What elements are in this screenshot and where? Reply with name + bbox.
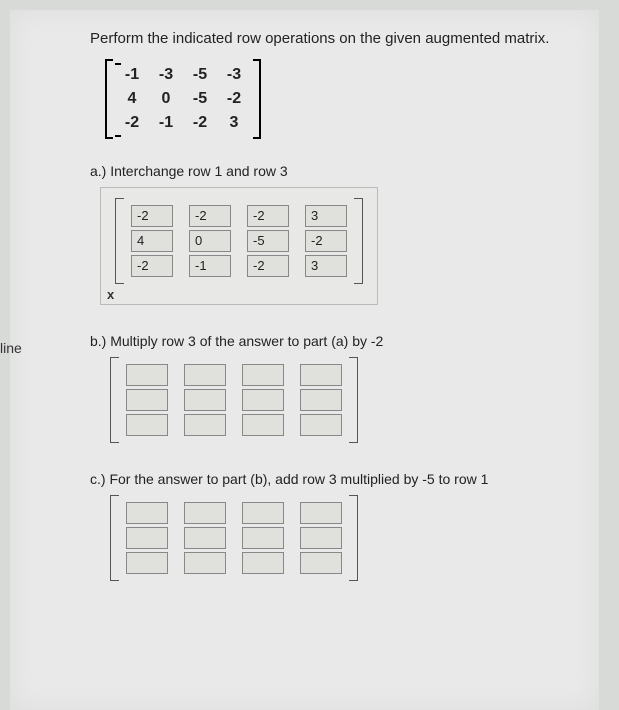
bracket-left (115, 198, 124, 284)
matrix-input[interactable]: -2 (247, 255, 289, 277)
bracket-right (349, 495, 358, 581)
matrix-input[interactable]: -1 (189, 255, 231, 277)
input-row: 4 0 -5 -2 (123, 230, 355, 252)
matrix-input[interactable]: 3 (305, 205, 347, 227)
bracket-left (110, 495, 119, 581)
given-row: -1 -3 -5 -3 (115, 63, 251, 87)
matrix-input[interactable] (126, 414, 168, 436)
matrix-input[interactable]: -2 (131, 205, 173, 227)
matrix-input[interactable]: -2 (247, 205, 289, 227)
matrix-input[interactable]: -2 (305, 230, 347, 252)
matrix-input[interactable] (300, 502, 342, 524)
matrix-input[interactable] (242, 364, 284, 386)
part-a-label: a.) Interchange row 1 and row 3 (90, 163, 569, 179)
matrix-input[interactable] (126, 527, 168, 549)
matrix-input[interactable] (126, 502, 168, 524)
input-row (118, 364, 350, 386)
matrix-input[interactable]: 3 (305, 255, 347, 277)
input-row (118, 389, 350, 411)
matrix-input[interactable] (242, 527, 284, 549)
part-a-answer-box: -2 -2 -2 3 4 0 -5 -2 -2 -1 -2 3 x (100, 187, 378, 305)
given-cell: -5 (183, 63, 217, 87)
main-instruction: Perform the indicated row operations on … (90, 30, 569, 47)
part-c-matrix (110, 495, 358, 581)
given-cell: -2 (217, 87, 251, 111)
given-cell: 0 (149, 87, 183, 111)
given-cell: -3 (217, 63, 251, 87)
matrix-input[interactable] (242, 502, 284, 524)
given-row: -2 -1 -2 3 (115, 111, 251, 135)
matrix-input[interactable] (300, 389, 342, 411)
input-row: -2 -1 -2 3 (123, 255, 355, 277)
matrix-input[interactable] (126, 364, 168, 386)
input-row: -2 -2 -2 3 (123, 205, 355, 227)
matrix-input[interactable] (184, 364, 226, 386)
matrix-input[interactable]: -2 (131, 255, 173, 277)
input-row (118, 552, 350, 574)
given-matrix: -1 -3 -5 -3 4 0 -5 -2 -2 -1 -2 3 (105, 59, 261, 139)
matrix-input[interactable] (184, 527, 226, 549)
side-label: line (0, 340, 22, 356)
matrix-input[interactable] (184, 552, 226, 574)
matrix-input[interactable] (242, 414, 284, 436)
given-cell: -5 (183, 87, 217, 111)
incorrect-mark-icon: x (107, 287, 114, 302)
bracket-left (110, 357, 119, 443)
matrix-input[interactable] (300, 414, 342, 436)
matrix-input[interactable]: 4 (131, 230, 173, 252)
input-row (118, 527, 350, 549)
given-cell: 3 (217, 111, 251, 135)
given-cell: -3 (149, 63, 183, 87)
matrix-input[interactable] (242, 552, 284, 574)
matrix-input[interactable] (184, 389, 226, 411)
given-cell: -1 (115, 63, 149, 87)
given-cell: -1 (149, 111, 183, 135)
given-cell: -2 (115, 111, 149, 135)
matrix-input[interactable] (300, 364, 342, 386)
bracket-right (349, 357, 358, 443)
matrix-input[interactable] (300, 527, 342, 549)
matrix-input[interactable] (126, 389, 168, 411)
matrix-input[interactable] (126, 552, 168, 574)
part-b-label: b.) Multiply row 3 of the answer to part… (90, 333, 569, 349)
given-row: 4 0 -5 -2 (115, 87, 251, 111)
bracket-right (354, 198, 363, 284)
input-row (118, 414, 350, 436)
part-a-matrix: -2 -2 -2 3 4 0 -5 -2 -2 -1 -2 3 (115, 198, 363, 284)
matrix-input[interactable] (242, 389, 284, 411)
matrix-input[interactable]: -2 (189, 205, 231, 227)
matrix-input[interactable]: 0 (189, 230, 231, 252)
part-b-matrix (110, 357, 358, 443)
matrix-input[interactable]: -5 (247, 230, 289, 252)
given-cell: -2 (183, 111, 217, 135)
given-cell: 4 (115, 87, 149, 111)
input-row (118, 502, 350, 524)
matrix-input[interactable] (300, 552, 342, 574)
part-c-label: c.) For the answer to part (b), add row … (90, 471, 569, 487)
worksheet-page: line Perform the indicated row operation… (10, 10, 599, 710)
matrix-input[interactable] (184, 414, 226, 436)
matrix-input[interactable] (184, 502, 226, 524)
